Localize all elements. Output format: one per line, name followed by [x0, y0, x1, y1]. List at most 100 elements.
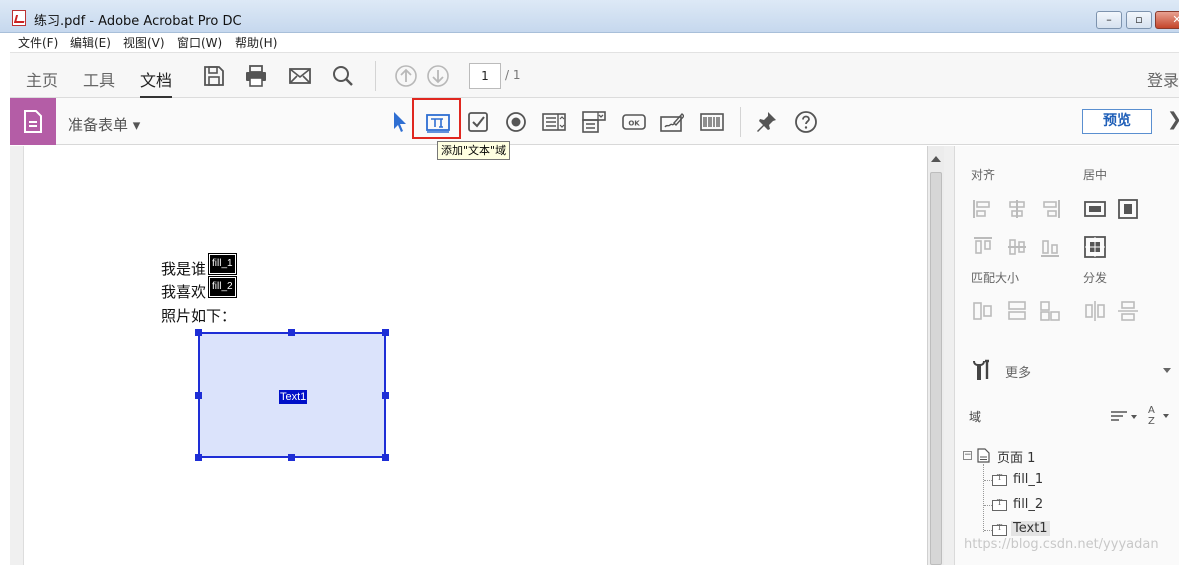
- align-left-icon[interactable]: [972, 198, 994, 220]
- svg-text:Z: Z: [1148, 416, 1155, 426]
- svg-text:A: A: [1148, 405, 1155, 416]
- tree-collapse-icon[interactable]: −: [963, 451, 972, 460]
- match-width-icon[interactable]: [972, 300, 994, 322]
- title-bar: 练习.pdf - Adobe Acrobat Pro DC – ▫ ✕: [0, 0, 1179, 33]
- preview-button[interactable]: 预览: [1082, 109, 1152, 134]
- tree-item-fill-2[interactable]: fill_2: [1013, 497, 1043, 512]
- sort-options-icon[interactable]: [1110, 408, 1138, 424]
- button-field-icon[interactable]: OK: [622, 110, 646, 134]
- previous-page-icon[interactable]: [394, 64, 418, 88]
- align-right-icon[interactable]: [1039, 198, 1061, 220]
- menu-help[interactable]: 帮助(H): [235, 34, 277, 51]
- scroll-up-icon[interactable]: [931, 156, 941, 162]
- center-vertical-icon[interactable]: [1117, 198, 1139, 220]
- form-field-fill-1[interactable]: fill_1: [208, 253, 237, 275]
- resize-handle[interactable]: [288, 329, 295, 336]
- search-icon[interactable]: [331, 64, 355, 88]
- tree-page-1[interactable]: 页面 1: [997, 447, 1035, 466]
- menu-window[interactable]: 窗口(W): [177, 34, 222, 51]
- forms-toolbar-separator: [740, 107, 741, 137]
- menu-edit[interactable]: 编辑(E): [70, 34, 111, 51]
- text-field-icon: [992, 523, 1007, 536]
- minimize-icon: –: [1106, 13, 1112, 26]
- menu-file[interactable]: 文件(F): [18, 34, 58, 51]
- barcode-icon[interactable]: [700, 110, 724, 134]
- tree-connector: [984, 480, 992, 481]
- save-icon[interactable]: [202, 64, 226, 88]
- window-title: 练习.pdf - Adobe Acrobat Pro DC: [34, 14, 242, 29]
- form-document-icon: [24, 110, 42, 133]
- prepare-form-toolbar: 准备表单 ▾ OK 预览 ❯: [10, 98, 1179, 145]
- menu-bar: 文件(F) 编辑(E) 视图(V) 窗口(W) 帮助(H): [0, 33, 1179, 51]
- tree-connector: [983, 464, 984, 532]
- doc-line-photo: 照片如下：: [161, 307, 237, 325]
- next-page-icon[interactable]: [426, 64, 450, 88]
- align-vertical-center-icon[interactable]: [1006, 236, 1028, 258]
- tab-home[interactable]: 主页: [26, 67, 58, 91]
- scroll-thumb[interactable]: [930, 172, 942, 565]
- align-heading: 对齐: [971, 168, 996, 182]
- align-bottom-icon[interactable]: [1039, 236, 1061, 258]
- vertical-scrollbar[interactable]: [927, 146, 944, 565]
- resize-handle[interactable]: [382, 392, 389, 399]
- restore-button[interactable]: ▫: [1126, 11, 1152, 29]
- help-icon[interactable]: [794, 110, 818, 134]
- tree-item-fill-1[interactable]: fill_1: [1013, 472, 1043, 487]
- tab-tools[interactable]: 工具: [83, 67, 115, 91]
- center-both-icon[interactable]: [1084, 236, 1106, 258]
- match-both-icon[interactable]: [1039, 300, 1061, 322]
- prepare-form-badge: [10, 98, 56, 145]
- email-icon[interactable]: [288, 64, 312, 88]
- align-horizontal-center-icon[interactable]: [1006, 198, 1028, 220]
- center-horizontal-icon[interactable]: [1084, 198, 1106, 220]
- align-top-icon[interactable]: [972, 236, 994, 258]
- text-field-icon: [992, 498, 1007, 511]
- resize-handle[interactable]: [195, 392, 202, 399]
- pdf-file-icon: [12, 10, 26, 26]
- resize-handle[interactable]: [195, 454, 202, 461]
- restore-icon: ▫: [1135, 13, 1143, 26]
- resize-handle[interactable]: [195, 329, 202, 336]
- sort-az-icon[interactable]: AZ: [1147, 404, 1173, 426]
- login-link[interactable]: 登录: [1147, 67, 1179, 91]
- resize-handle[interactable]: [382, 329, 389, 336]
- tree-item-text1[interactable]: Text1: [1011, 521, 1050, 536]
- document-left-gutter: [10, 146, 24, 565]
- fields-heading: 域: [969, 410, 982, 424]
- distribute-heading: 分发: [1083, 271, 1108, 285]
- tree-connector: [984, 530, 992, 531]
- page-count: / 1: [505, 68, 521, 82]
- minimize-button[interactable]: –: [1096, 11, 1122, 29]
- tree-connector: [984, 505, 992, 506]
- prepare-form-dropdown[interactable]: 准备表单 ▾: [68, 114, 140, 135]
- resize-handle[interactable]: [288, 454, 295, 461]
- more-dropdown-icon[interactable]: [1163, 368, 1171, 374]
- signature-field-icon[interactable]: [660, 110, 684, 134]
- collapse-panel-icon[interactable]: ❯: [1167, 109, 1179, 130]
- panel-divider[interactable]: [944, 146, 955, 565]
- match-height-icon[interactable]: [1006, 300, 1028, 322]
- print-icon[interactable]: [244, 64, 268, 88]
- document-page[interactable]: [10, 146, 928, 565]
- select-cursor-icon[interactable]: [388, 110, 412, 134]
- dropdown-field-icon[interactable]: [582, 110, 606, 134]
- text-field-label: Text1: [279, 390, 308, 404]
- tools-more-icon[interactable]: [971, 359, 993, 381]
- page-number-input[interactable]: 1: [469, 63, 501, 89]
- pin-icon[interactable]: [754, 110, 778, 134]
- list-box-icon[interactable]: [542, 110, 566, 134]
- close-button[interactable]: ✕: [1155, 11, 1179, 29]
- text-field-text1[interactable]: Text1: [198, 332, 386, 458]
- radio-button-icon[interactable]: [504, 110, 528, 134]
- distribute-horizontal-icon[interactable]: [1084, 300, 1106, 322]
- form-field-fill-2[interactable]: fill_2: [208, 276, 237, 298]
- distribute-vertical-icon[interactable]: [1117, 300, 1139, 322]
- close-icon: ✕: [1172, 13, 1179, 26]
- checkbox-field-icon[interactable]: [466, 110, 490, 134]
- resize-handle[interactable]: [382, 454, 389, 461]
- doc-line-like: 我喜欢: [161, 283, 207, 301]
- text-field-tool-highlight: [412, 98, 461, 139]
- more-label[interactable]: 更多: [1005, 362, 1031, 381]
- tab-document[interactable]: 文档: [140, 67, 172, 91]
- menu-view[interactable]: 视图(V): [123, 34, 165, 51]
